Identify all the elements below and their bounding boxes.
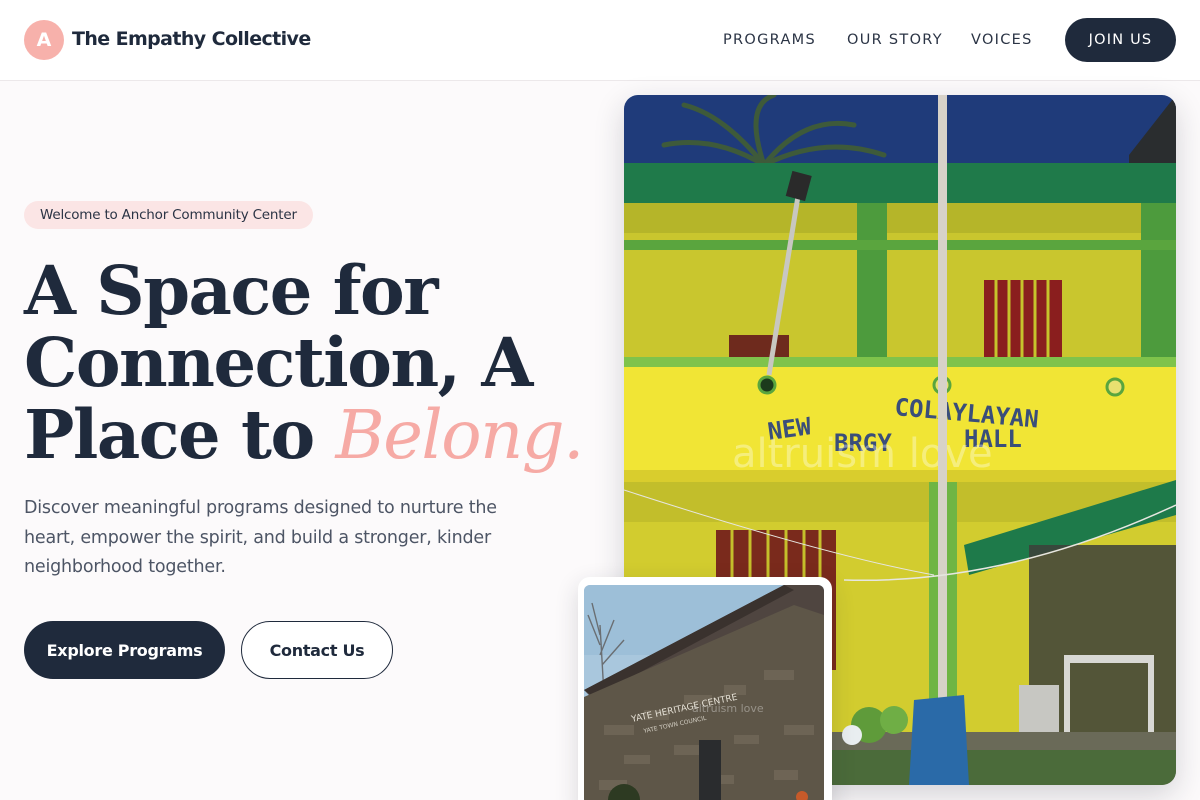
brand-name[interactable]: The Empathy Collective [72, 28, 311, 50]
contact-us-button[interactable]: Contact Us [241, 621, 393, 679]
nav-voices[interactable]: VOICES [971, 32, 1033, 48]
join-us-button[interactable]: JOIN US [1065, 18, 1176, 62]
hero-headline: A Space for Connection, A Place to Belon… [24, 255, 584, 474]
watermark-secondary: altruism love [692, 702, 764, 715]
hero-description: Discover meaningful programs designed to… [24, 498, 497, 577]
heritage-centre-photo: YATE HERITAGE CENTRE YATE TOWN COUNCIL a… [584, 585, 824, 800]
welcome-badge: Welcome to Anchor Community Center [24, 201, 313, 229]
site-header: A The Empathy Collective PROGRAMS OUR ST… [0, 0, 1200, 81]
watermark-main: altruism love [732, 431, 993, 477]
heritage-centre-illustration: YATE HERITAGE CENTRE YATE TOWN COUNCIL a… [584, 585, 824, 800]
nav-our-story[interactable]: OUR STORY [847, 32, 943, 48]
logo-mark[interactable]: A [24, 20, 64, 60]
nav-programs[interactable]: PROGRAMS [723, 32, 816, 48]
headline-accent: Belong. [335, 396, 584, 474]
explore-programs-button[interactable]: Explore Programs [24, 621, 225, 679]
